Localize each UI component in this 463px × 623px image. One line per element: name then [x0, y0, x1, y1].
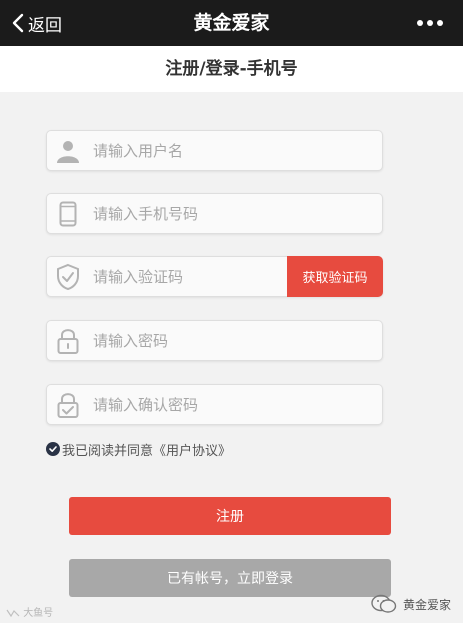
- page-title: 注册/登录-手机号: [0, 46, 463, 92]
- agreement-row: 我已阅读并同意 《用户协议》: [46, 439, 231, 459]
- phone-icon: [55, 200, 81, 228]
- watermark-left-text: 大鱼号: [23, 608, 54, 619]
- get-code-button[interactable]: 获取验证码: [287, 256, 383, 297]
- username-input[interactable]: [93, 131, 323, 170]
- agreement-text: 我已阅读并同意: [62, 443, 154, 459]
- user-agreement-link[interactable]: 《用户协议》: [153, 440, 231, 459]
- back-label: 返回: [28, 15, 62, 36]
- more-dots-icon[interactable]: [417, 0, 443, 46]
- lock-icon: [55, 327, 81, 355]
- register-button[interactable]: 注册: [69, 497, 391, 535]
- confirm-password-field: [46, 384, 383, 425]
- back-button[interactable]: 返回: [12, 0, 62, 46]
- user-icon: [55, 137, 81, 165]
- code-field: 获取验证码: [46, 256, 383, 297]
- lock-check-icon: [55, 391, 81, 419]
- confirm-password-input[interactable]: [93, 385, 323, 424]
- phone-field: [46, 193, 383, 234]
- username-field: [46, 130, 383, 171]
- app-title: 黄金爱家: [193, 12, 270, 34]
- phone-input[interactable]: [93, 194, 323, 233]
- check-icon: [49, 446, 57, 452]
- top-nav-bar: 返回 黄金爱家: [0, 0, 463, 46]
- brand-icon: [6, 609, 20, 618]
- watermark-left: 大鱼号: [6, 604, 53, 619]
- wechat-icon: [371, 594, 397, 613]
- agreement-checkbox[interactable]: [46, 442, 60, 456]
- password-input[interactable]: [93, 321, 323, 360]
- watermark-right-text: 黄金爱家: [402, 597, 451, 612]
- login-button[interactable]: 已有帐号，立即登录: [69, 559, 391, 597]
- password-field: [46, 320, 383, 361]
- watermark-right: 黄金爱家: [371, 594, 451, 614]
- chevron-left-icon: [12, 13, 24, 33]
- shield-check-icon: [55, 263, 81, 291]
